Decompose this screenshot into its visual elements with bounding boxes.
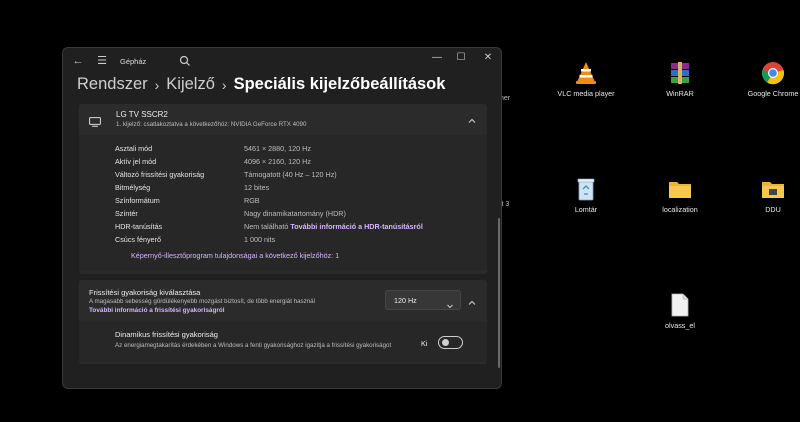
back-arrow-icon[interactable]: ← bbox=[71, 54, 85, 68]
desktop-icon-label: localization bbox=[662, 205, 698, 214]
display-name: LG TV SSCR2 bbox=[116, 110, 168, 119]
info-value: 1 000 nits bbox=[244, 235, 276, 244]
info-label: Csúcs fényerő bbox=[115, 235, 161, 244]
refresh-rate-title: Frissítési gyakoriság kiválasztása bbox=[89, 288, 201, 297]
maximize-button[interactable]: ☐ bbox=[452, 51, 470, 65]
hamburger-menu-icon[interactable]: ☰ bbox=[95, 54, 109, 68]
display-card-header[interactable]: LG TV SSCR2 1. kijelző: csatlakoztatva a… bbox=[79, 104, 487, 134]
desktop-icon-winrar[interactable]: WinRAR bbox=[645, 60, 715, 98]
desktop-icon-recycle-bin[interactable]: Lomtár bbox=[551, 176, 621, 214]
monitor-icon bbox=[89, 114, 101, 127]
info-label: Színtér bbox=[115, 209, 138, 218]
desktop-icon-label: olvass_el bbox=[665, 321, 695, 330]
search-icon[interactable] bbox=[179, 54, 191, 66]
toggle-knob bbox=[442, 339, 449, 346]
info-label: Asztali mód bbox=[115, 144, 153, 153]
info-value: Nem található bbox=[244, 222, 289, 231]
refresh-rate-card: Frissítési gyakoriság kiválasztása A mag… bbox=[79, 280, 487, 364]
text-file-icon bbox=[667, 292, 693, 318]
folder-icon bbox=[667, 176, 693, 202]
info-label: Színformátum bbox=[115, 196, 160, 205]
info-value: Támogatott (40 Hz – 120 Hz) bbox=[244, 170, 337, 179]
chevron-up-icon[interactable] bbox=[467, 113, 477, 123]
display-adapter-properties-link[interactable]: Képernyő-illesztőprogram tulajdonságai a… bbox=[131, 251, 339, 260]
refresh-rate-info-link[interactable]: További információ a frissítési gyakoris… bbox=[89, 307, 225, 314]
hdr-info-link[interactable]: További információ a HDR-tanúsításról bbox=[290, 222, 422, 231]
window-title: Gépház bbox=[120, 57, 147, 66]
close-button[interactable]: ✕ bbox=[479, 51, 497, 65]
recycle-bin-icon bbox=[573, 176, 599, 202]
desktop-icon-vlc[interactable]: VLC media player bbox=[551, 60, 621, 98]
folder-app-icon bbox=[760, 176, 786, 202]
display-connection-subtitle: 1. kijelző: csatlakoztatva a következőhö… bbox=[116, 121, 307, 128]
dynamic-refresh-description: Az energiamegtakarítás érdekében a Windo… bbox=[115, 342, 392, 349]
desktop-icon-label: WinRAR bbox=[666, 89, 694, 98]
refresh-rate-dropdown[interactable]: 120 Hz bbox=[385, 290, 461, 310]
chrome-logo-icon bbox=[760, 60, 786, 86]
dynamic-refresh-title: Dinamikus frissítési gyakoriság bbox=[115, 330, 218, 339]
dynamic-refresh-row: Dinamikus frissítési gyakoriság Az energ… bbox=[79, 322, 487, 362]
toggle-state-label: Ki bbox=[421, 339, 428, 348]
info-label: Aktív jel mód bbox=[115, 157, 157, 166]
info-label: Bitmélység bbox=[115, 183, 151, 192]
breadcrumb-item-rendszer[interactable]: Rendszer bbox=[77, 75, 148, 94]
desktop-icon-olvass-el[interactable]: olvass_el bbox=[645, 292, 715, 330]
desktop-icon-ddu[interactable]: DDU bbox=[738, 176, 800, 214]
desktop-icon-label: VLC media player bbox=[557, 89, 615, 98]
breadcrumb-separator: › bbox=[221, 76, 227, 93]
desktop-icon-chrome[interactable]: Google Chrome bbox=[738, 60, 800, 98]
breadcrumb-separator: › bbox=[154, 76, 160, 93]
page-title: Speciális kijelzőbeállítások bbox=[233, 75, 446, 93]
dynamic-refresh-toggle[interactable] bbox=[438, 336, 463, 349]
breadcrumb-item-kijelzo[interactable]: Kijelző bbox=[166, 75, 215, 94]
winrar-books-icon bbox=[667, 60, 693, 86]
settings-window: ← ☰ Gépház — ☐ ✕ Rendszer › Kijelző › Sp… bbox=[62, 47, 502, 389]
refresh-rate-selected: 120 Hz bbox=[394, 296, 417, 305]
info-value: 4096 × 2160, 120 Hz bbox=[244, 157, 311, 166]
hdr-certification-value: Nem található További információ a HDR-t… bbox=[244, 222, 423, 231]
info-label: Változó frissítési gyakoriság bbox=[115, 170, 205, 179]
info-value: 12 bites bbox=[244, 183, 270, 192]
info-label: HDR-tanúsítás bbox=[115, 222, 163, 231]
vlc-cone-icon bbox=[573, 60, 599, 86]
display-info-card: LG TV SSCR2 1. kijelző: csatlakoztatva a… bbox=[79, 104, 487, 274]
title-bar[interactable]: ← ☰ Gépház — ☐ ✕ bbox=[63, 48, 501, 74]
scrollbar[interactable] bbox=[498, 218, 500, 368]
refresh-rate-description: A magasabb sebesség gördülékenyebb mozgá… bbox=[89, 298, 315, 305]
desktop-icon-label: DDU bbox=[765, 205, 781, 214]
desktop-icon-label: Lomtár bbox=[574, 205, 598, 214]
desktop-icon-label: Google Chrome bbox=[747, 89, 799, 98]
chevron-up-icon[interactable] bbox=[467, 295, 477, 305]
info-value: Nagy dinamikatartomány (HDR) bbox=[244, 209, 346, 218]
info-value: 5461 × 2880, 120 Hz bbox=[244, 144, 311, 153]
display-info-body: Asztali mód 5461 × 2880, 120 Hz Aktív je… bbox=[79, 135, 487, 270]
info-value: RGB bbox=[244, 196, 260, 205]
breadcrumb: Rendszer › Kijelző › Speciális kijelzőbe… bbox=[77, 75, 445, 94]
chevron-down-icon bbox=[446, 297, 454, 309]
desktop-icon-localization[interactable]: localization bbox=[645, 176, 715, 214]
minimize-button[interactable]: — bbox=[428, 51, 446, 65]
